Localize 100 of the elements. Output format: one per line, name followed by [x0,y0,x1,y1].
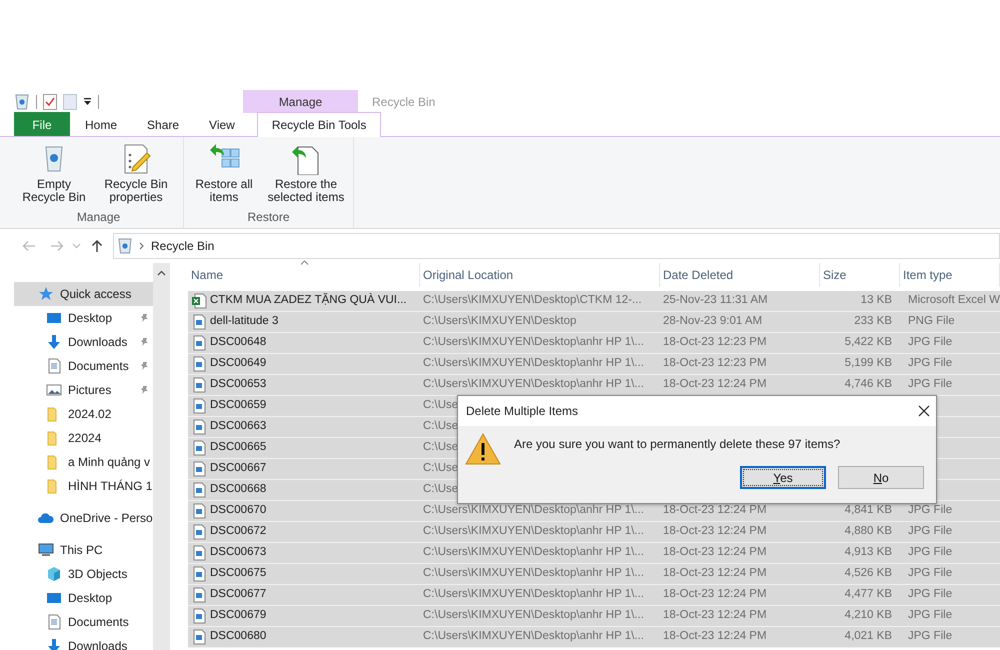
file-name: CTKM MUA ZADEZ TẶNG QUÀ VUI... [210,292,407,308]
size-text: 13 KB [860,294,892,306]
sidebar-item[interactable]: 22024 [14,426,153,450]
file-row[interactable]: dell-latitude 3 C:\Users\KIMXUYEN\Desktop 28-Nov-23 9:01 AM 233 KB PNG File [188,312,1000,333]
image-file-icon [191,461,207,477]
image-file-icon [191,587,207,603]
file-name: DSC00672 [210,524,266,540]
file-row[interactable]: DSC00649 C:\Users\KIMXUYEN\Desktop\anhr HP 1\... 18-Oct-23 12:23 PM 5,199 KB JPG File [188,354,1000,375]
file-name: DSC00668 [210,482,266,498]
file-name: DSC00680 [210,629,266,644]
yes-button[interactable]: Yes [740,466,826,489]
image-file-icon [191,608,207,624]
location-text: C:\Use [423,483,458,496]
spreadsheet-file-icon [191,293,207,309]
column-header[interactable]: Name [188,263,420,287]
sidebar-item[interactable]: Desktop [14,306,153,330]
file-row[interactable]: DSC00653 C:\Users\KIMXUYEN\Desktop\anhr HP 1\... 18-Oct-23 12:24 PM 4,746 KB JPG File [188,375,1000,396]
sidebar-item[interactable]: Quick access [14,282,153,306]
sidebar-item[interactable]: HÌNH THÁNG 1 [14,474,153,498]
sidebar-item[interactable]: 2024.02 [14,402,153,426]
sidebar-item[interactable]: Downloads [14,634,153,650]
image-file-icon [191,629,207,645]
date-text: 28-Nov-23 9:01 AM [663,315,762,328]
ribbon-button[interactable]: Restore all items [188,141,260,206]
sidebar-item[interactable]: Pictures [14,378,153,402]
column-header[interactable]: Date Deleted [660,263,820,287]
document-icon [46,614,62,630]
column-header[interactable]: Item type [900,263,1000,287]
scroll-up-icon[interactable] [157,270,166,276]
cube-icon [46,566,62,582]
file-row[interactable]: DSC00672 C:\Users\KIMXUYEN\Desktop\anhr HP 1\... 18-Oct-23 12:24 PM 4,880 KB JPG File [188,522,1000,543]
file-row[interactable]: DSC00670 C:\Users\KIMXUYEN\Desktop\anhr HP 1\... 18-Oct-23 12:24 PM 4,841 KB JPG File [188,501,1000,522]
no-button[interactable]: No [838,466,924,489]
image-file-icon [191,524,207,540]
image-file-icon [191,440,207,456]
recycle-bin-icon[interactable] [14,92,30,110]
document-icon [46,358,62,374]
sidebar-item[interactable]: Desktop [14,586,153,610]
file-name: DSC00665 [210,440,266,456]
ribbon-button[interactable]: Restore the selected items [263,141,349,206]
file-name: DSC00670 [210,503,266,518]
image-file-icon [191,377,207,393]
close-button[interactable] [918,405,930,417]
sidebar-item[interactable]: This PC [14,538,153,562]
computer-icon [38,542,54,558]
file-row[interactable]: DSC00675 C:\Users\KIMXUYEN\Desktop\anhr HP 1\... 18-Oct-23 12:24 PM 4,526 KB JPG File [188,564,1000,585]
sidebar-item[interactable]: OneDrive - Perso [14,506,153,530]
properties-icon[interactable] [43,94,57,110]
file-row[interactable]: DSC00677 C:\Users\KIMXUYEN\Desktop\anhr HP 1\... 18-Oct-23 12:24 PM 4,477 KB JPG File [188,585,1000,606]
location-text: C:\Users\KIMXUYEN\Desktop\anhr HP 1\... [423,525,644,538]
file-row[interactable]: DSC00680 C:\Users\KIMXUYEN\Desktop\anhr HP 1\... 18-Oct-23 12:24 PM 4,021 KB JPG File [188,627,1000,648]
ribbon-button[interactable]: Empty Recycle Bin [18,141,90,206]
warning-icon [464,432,502,466]
ribbon-tab[interactable]: Home [70,112,132,136]
sidebar-item[interactable]: Documents [14,610,153,634]
type-text: JPG File [908,630,952,642]
file-row[interactable]: DSC00648 C:\Users\KIMXUYEN\Desktop\anhr HP 1\... 18-Oct-23 12:23 PM 5,422 KB JPG File [188,333,1000,354]
location-text: C:\Use [423,399,458,412]
date-text: 25-Nov-23 11:31 AM [663,294,768,306]
location-text: C:\Users\KIMXUYEN\Desktop\anhr HP 1\... [423,567,644,580]
ribbon-tab[interactable]: View [194,112,250,136]
address-bar[interactable]: Recycle Bin [113,233,1000,259]
location-text: C:\Users\KIMXUYEN\Desktop\anhr HP 1\... [423,609,644,622]
type-text: JPG File [908,609,952,622]
size-text: 4,913 KB [844,546,892,558]
file-tab[interactable]: File [14,112,70,136]
file-row[interactable]: DSC00673 C:\Users\KIMXUYEN\Desktop\anhr HP 1\... 18-Oct-23 12:24 PM 4,913 KB JPG File [188,543,1000,564]
image-file-icon [191,545,207,561]
sidebar-item[interactable]: 3D Objects [14,562,153,586]
download-icon [46,638,62,650]
date-text: 18-Oct-23 12:24 PM [663,546,767,558]
breadcrumb[interactable]: Recycle Bin [151,237,214,255]
sidebar-item[interactable]: a Minh quảng v [14,450,153,474]
size-text: 4,477 KB [844,588,892,600]
download-icon [46,334,62,350]
size-text: 4,210 KB [844,609,892,622]
file-row[interactable]: DSC00679 C:\Users\KIMXUYEN\Desktop\anhr HP 1\... 18-Oct-23 12:24 PM 4,210 KB JPG File [188,606,1000,627]
picture-icon [46,382,62,398]
column-header[interactable]: Original Location [420,263,660,287]
file-name: DSC00677 [210,587,266,602]
location-text: C:\Users\KIMXUYEN\Desktop\anhr HP 1\... [423,357,644,370]
sidebar-item[interactable]: Documents [14,354,153,378]
location-text: C:\Users\KIMXUYEN\Desktop\anhr HP 1\... [423,378,644,390]
file-name: DSC00679 [210,608,266,624]
column-header[interactable]: Size [820,263,900,287]
ribbon-tab[interactable]: Share [132,112,194,136]
ribbon-button[interactable]: Recycle Bin properties [93,141,179,206]
location-text: C:\Use [423,441,458,454]
file-name: DSC00663 [210,419,266,434]
image-file-icon [191,356,207,372]
size-text: 4,841 KB [844,504,892,516]
customize-toolbar-icon[interactable] [83,97,92,106]
sidebar-item[interactable]: Downloads [14,330,153,354]
type-text: JPG File [908,588,952,600]
type-text: JPG File [908,504,952,516]
up-icon[interactable] [91,239,103,253]
file-row[interactable]: CTKM MUA ZADEZ TẶNG QUÀ VUI... C:\Users\KIMXUYEN\Desktop\CTKM 12-... 25-Nov-23 11:31 AM 13 KB Microsoft Excel W [188,291,1000,312]
file-name: dell-latitude 3 [210,314,278,330]
ribbon-tab[interactable]: Recycle Bin Tools [256,112,382,137]
file-name: DSC00675 [210,566,266,582]
